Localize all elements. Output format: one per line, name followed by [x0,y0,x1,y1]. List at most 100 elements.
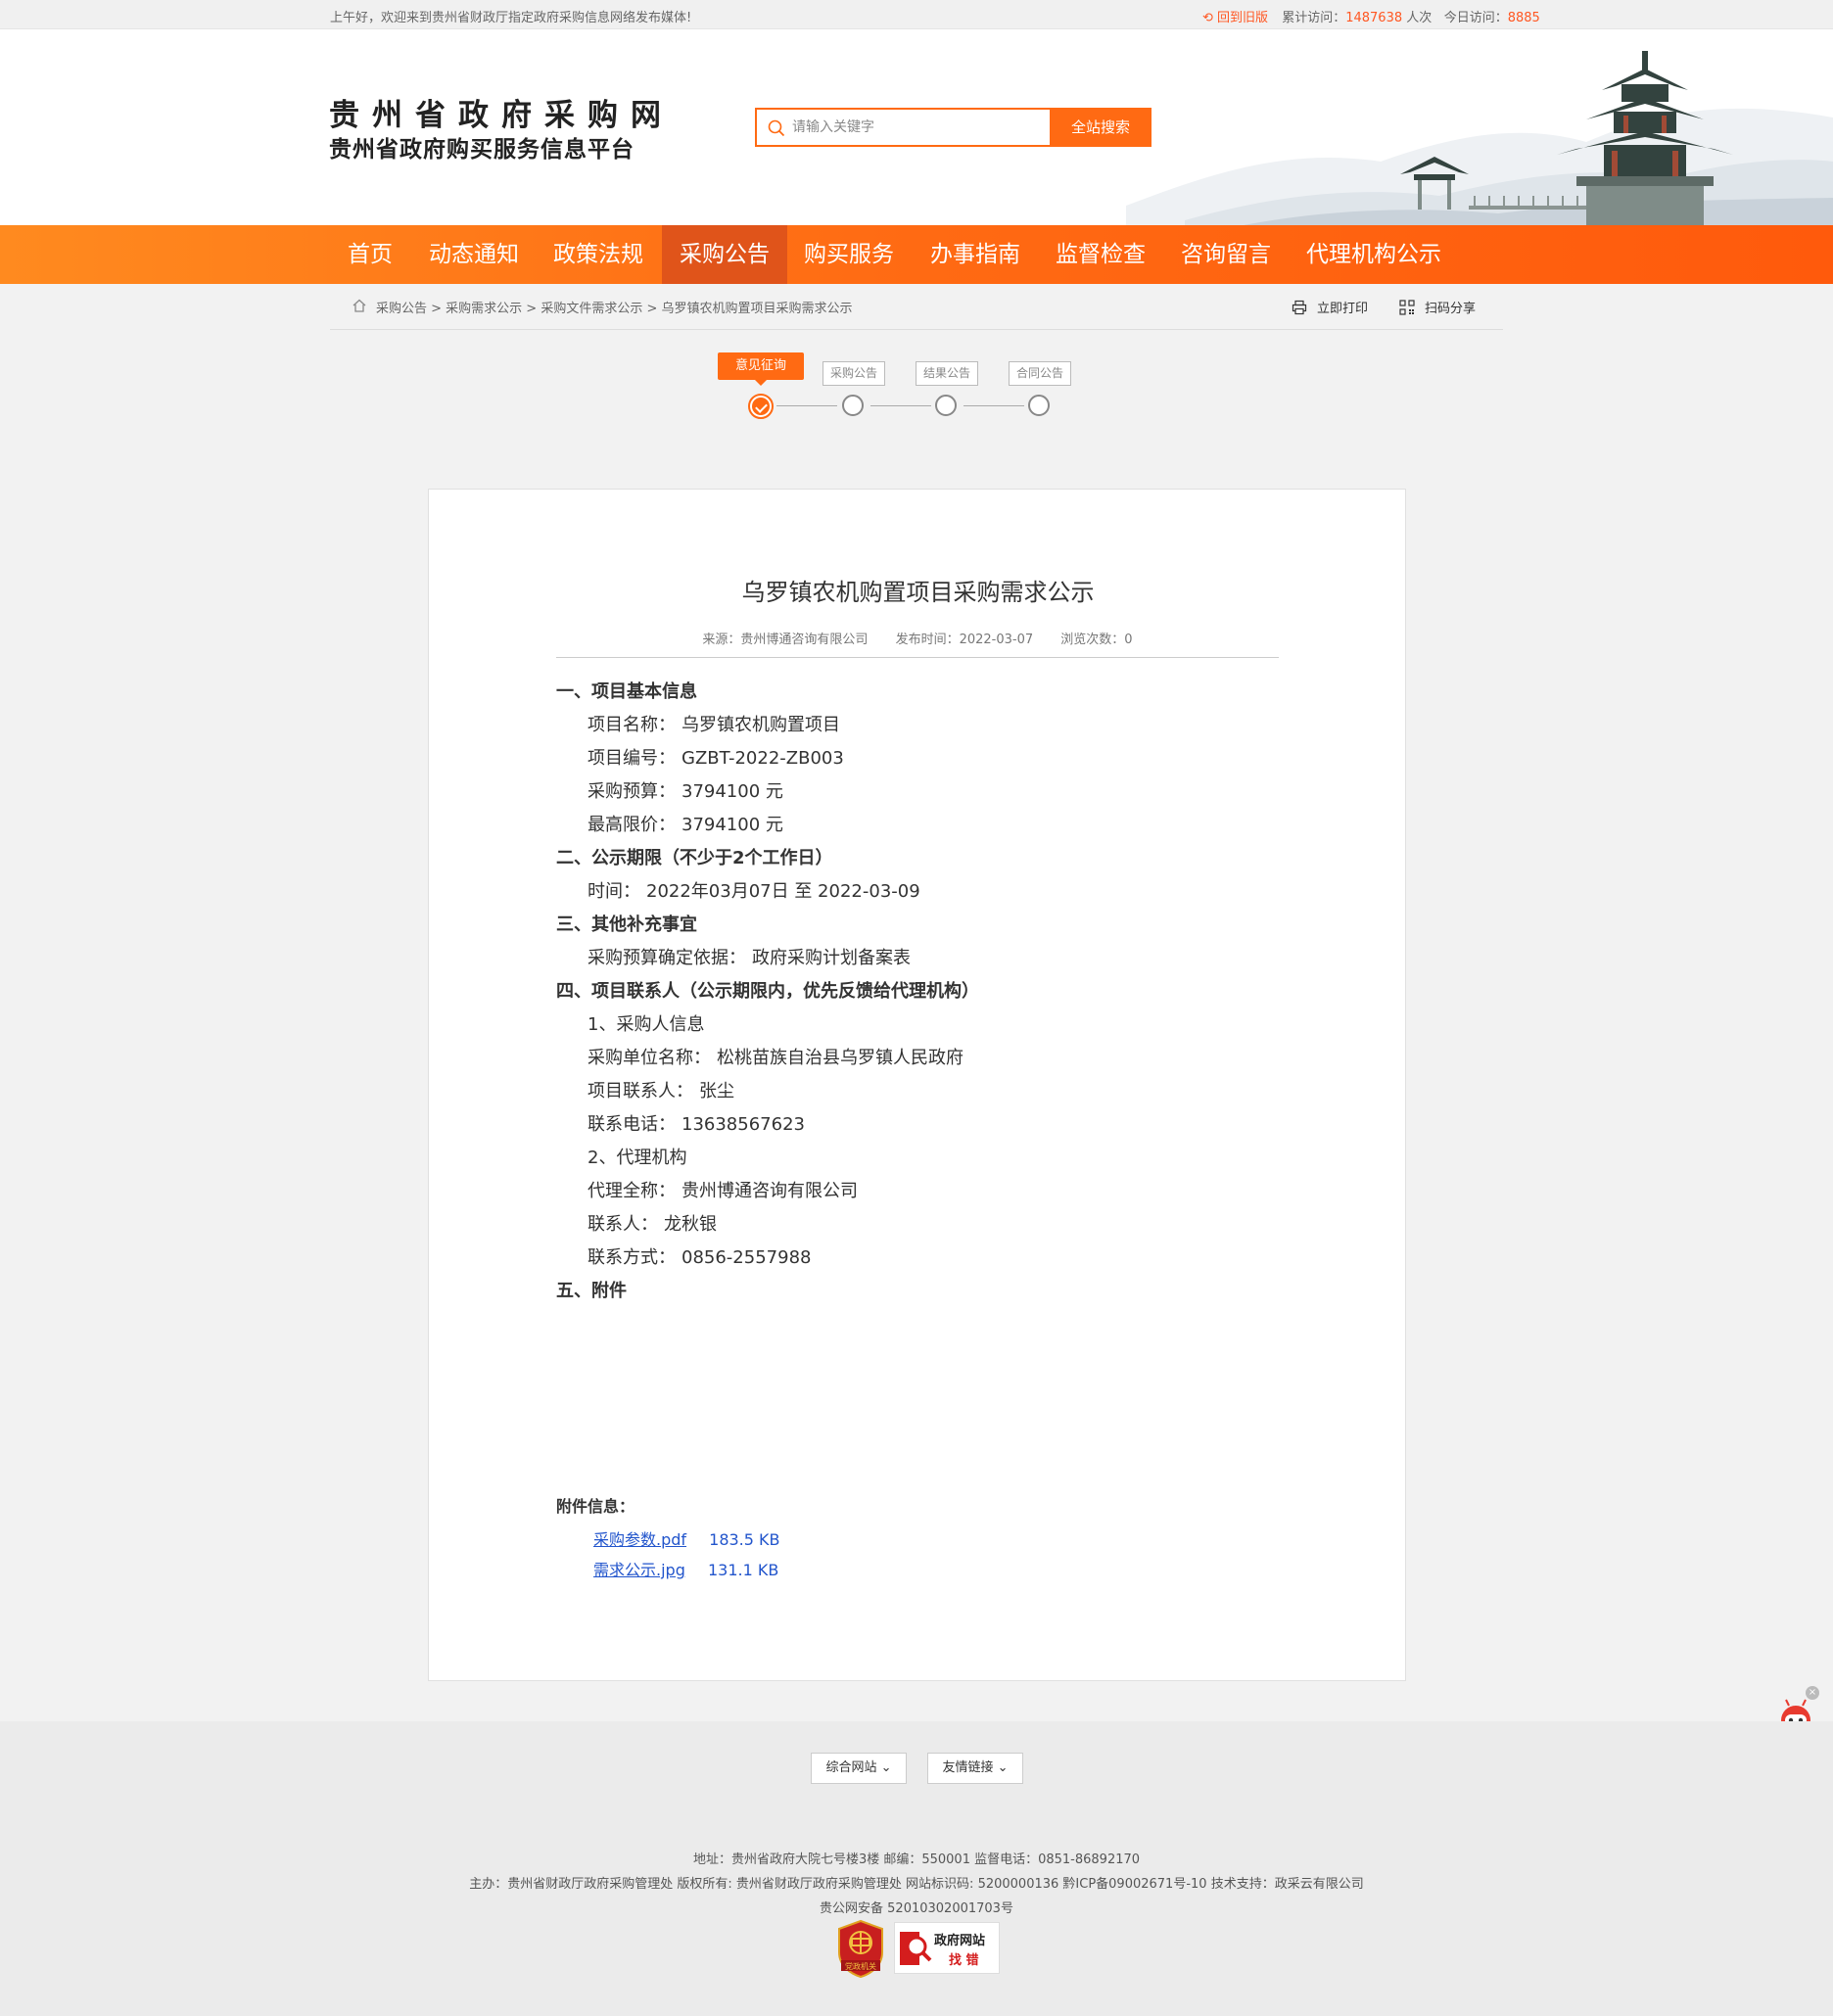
step-circle-announcement [842,395,864,416]
comprehensive-sites-dropdown[interactable]: 综合网站 ⌄ [811,1753,907,1784]
nav-item-procurement-announcements[interactable]: 采购公告 [662,225,787,284]
info-row: 代理全称： 贵州博通咨询有限公司 [588,1181,858,1201]
qrcode-icon [1399,299,1415,315]
section-heading: 三、其他补充事宜 [556,914,697,935]
main-nav: 首页 动态通知 政策法规 采购公告 购买服务 办事指南 监督检查 咨询留言 代理… [0,225,1833,284]
info-row: 时间： 2022年03月07日 至 2022-03-09 [588,881,920,902]
pavilion-landscape-illustration [1126,51,1833,225]
step-circle-contract [1028,395,1050,416]
step-label-announcement[interactable]: 采购公告 [822,361,885,386]
print-label: 立即打印 [1317,302,1369,316]
printer-icon [1292,300,1307,314]
welcome-text: 上午好，欢迎来到贵州省财政厅指定政府采购信息网络发布媒体! [330,11,692,25]
info-row: 采购单位名称： 松桃苗族自治县乌罗镇人民政府 [588,1048,964,1068]
article-body: 一、项目基本信息 项目名称： 乌罗镇农机购置项目 项目编号： GZBT-2022-Z… [556,676,1279,1308]
footer-copyright: 主办：贵州省财政厅政府采购管理处 版权所有: 贵州省财政厅政府采购管理处 网站标… [469,1877,1364,1892]
article-source: 来源：贵州博通咨询有限公司 [702,633,869,647]
attachment-size: 131.1 KB [707,1561,779,1579]
nav-item-guides[interactable]: 办事指南 [916,225,1034,284]
attachment-link[interactable]: 需求公示.jpg [593,1561,685,1579]
today-visits-value: 8885 [1507,11,1540,25]
step-label-consultation[interactable]: 意见征询 [718,352,804,386]
footer-police-record[interactable]: 贵公网安备 52010302001703号 [0,1898,1833,1916]
badge1-text: 党政机关 [845,1961,876,1971]
nav-item-consultation[interactable]: 咨询留言 [1167,225,1285,284]
info-row: 联系电话： 13638567623 [588,1114,805,1135]
friendly-links-dropdown[interactable]: 友情链接 ⌄ [927,1753,1023,1784]
step-connector [776,405,837,406]
site-logo-title[interactable]: 贵州省政府采购网 [329,90,674,134]
section-heading: 四、项目联系人（公示期限内，优先反馈给代理机构） [556,981,979,1002]
attachment-link[interactable]: 采购参数.pdf [593,1530,686,1549]
breadcrumb: 采购公告 > 采购需求公示 > 采购文件需求公示 > 乌罗镇农机购置项目采购需求… [330,284,1503,330]
old-version-link[interactable]: ⟲ 回到旧版 [1202,11,1272,25]
print-button[interactable]: 立即打印 [1292,298,1368,316]
dropdown-label: 友情链接 [942,1760,994,1775]
step-check-icon [748,394,774,419]
info-subheading: 2、代理机构 [588,1148,687,1168]
step-connector [870,405,931,406]
site-logo-subtitle: 贵州省政府购买服务信息平台 [329,137,634,163]
step-connector [964,405,1024,406]
search-box: 全站搜索 [755,108,1152,147]
nav-item-supervision[interactable]: 监督检查 [1042,225,1159,284]
party-government-badge[interactable]: 党政机关 [835,1919,886,1978]
breadcrumb-path[interactable]: 采购公告 > 采购需求公示 > 采购文件需求公示 > 乌罗镇农机购置项目采购需求… [376,298,852,316]
section-heading: 五、附件 [556,1281,627,1301]
visit-stats: ⟲ 回到旧版 累计访问：1487638 人次 今日访问：8885 [1202,7,1540,25]
old-version-label: 回到旧版 [1217,11,1269,25]
total-visits-unit: 人次 [1406,11,1433,25]
badge2-line2: 找 错 [949,1953,979,1968]
step-label-contract[interactable]: 合同公告 [1009,361,1071,386]
magnifier-icon [900,1932,932,1965]
divider [556,657,1279,658]
total-visits-value: 1487638 [1345,11,1403,25]
attachments: 附件信息： 采购参数.pdf 183.5 KB 需求公示.jpg 131.1 K… [556,1493,780,1585]
nav-item-purchase-services[interactable]: 购买服务 [791,225,907,284]
step-label-result[interactable]: 结果公告 [916,361,978,386]
nav-item-notices[interactable]: 动态通知 [415,225,533,284]
step-circle-result [935,395,957,416]
info-row: 项目编号： GZBT-2022-ZB003 [588,748,844,769]
nav-item-policies[interactable]: 政策法规 [540,225,656,284]
attachment-size: 183.5 KB [709,1530,780,1549]
article-views: 浏览次数：0 [1060,633,1133,647]
info-row: 联系人： 龙秋银 [588,1214,717,1235]
badge2-line1: 政府网站 [934,1934,986,1948]
return-icon: ⟲ [1202,11,1213,25]
info-row: 采购预算： 3794100 元 [588,781,783,802]
info-row: 采购预算确定依据： 政府采购计划备案表 [588,948,911,968]
close-icon[interactable]: × [1806,1686,1819,1700]
share-label: 扫码分享 [1425,302,1477,316]
attachment-item: 采购参数.pdf 183.5 KB [593,1524,780,1555]
info-row: 项目联系人： 张尘 [588,1081,734,1102]
nav-item-agency-disclosure[interactable]: 代理机构公示 [1296,225,1451,284]
attachments-label: 附件信息： [556,1497,635,1516]
today-visits-label: 今日访问： [1443,11,1508,25]
home-icon[interactable] [352,298,367,313]
dropdown-label: 综合网站 [825,1760,877,1775]
section-heading: 二、公示期限（不少于2个工作日） [556,848,833,868]
footer-address: 地址：贵州省政府大院七号楼3楼 邮编：550001 监督电话：0851-8689… [692,1852,1141,1867]
article-title: 乌罗镇农机购置项目采购需求公示 [741,579,1095,606]
article-publish-time: 发布时间：2022-03-07 [895,633,1034,647]
gov-site-error-report-badge[interactable]: 政府网站 找 错 [894,1922,1000,1974]
nav-item-home[interactable]: 首页 [332,225,408,284]
total-visits-label: 累计访问： [1282,11,1346,25]
search-input[interactable] [792,116,1049,139]
section-heading: 一、项目基本信息 [556,681,697,702]
share-button[interactable]: 扫码分享 [1399,298,1476,316]
info-row: 项目名称： 乌罗镇农机购置项目 [588,715,840,735]
info-row: 联系方式： 0856-2557988 [588,1247,812,1268]
article-card: 乌罗镇农机购置项目采购需求公示 来源：贵州博通咨询有限公司 发布时间：2022-… [428,489,1406,1681]
info-subheading: 1、采购人信息 [588,1014,705,1035]
chevron-down-icon: ⌄ [997,1760,1009,1775]
info-row: 最高限价： 3794100 元 [588,815,783,835]
footer: 综合网站 ⌄ 友情链接 ⌄ 地址：贵州省政府大院七号楼3楼 邮编：550001 … [0,1721,1833,2016]
article-meta: 来源：贵州博通咨询有限公司 发布时间：2022-03-07 浏览次数：0 [556,629,1279,647]
top-bar: 上午好，欢迎来到贵州省财政厅指定政府采购信息网络发布媒体! ⟲ 回到旧版 累计访… [0,0,1833,29]
attachment-item: 需求公示.jpg 131.1 KB [593,1555,780,1585]
header: 贵州省政府采购网 贵州省政府购买服务信息平台 全站搜索 [0,29,1833,225]
chevron-down-icon: ⌄ [880,1760,892,1775]
search-icon [768,119,785,137]
